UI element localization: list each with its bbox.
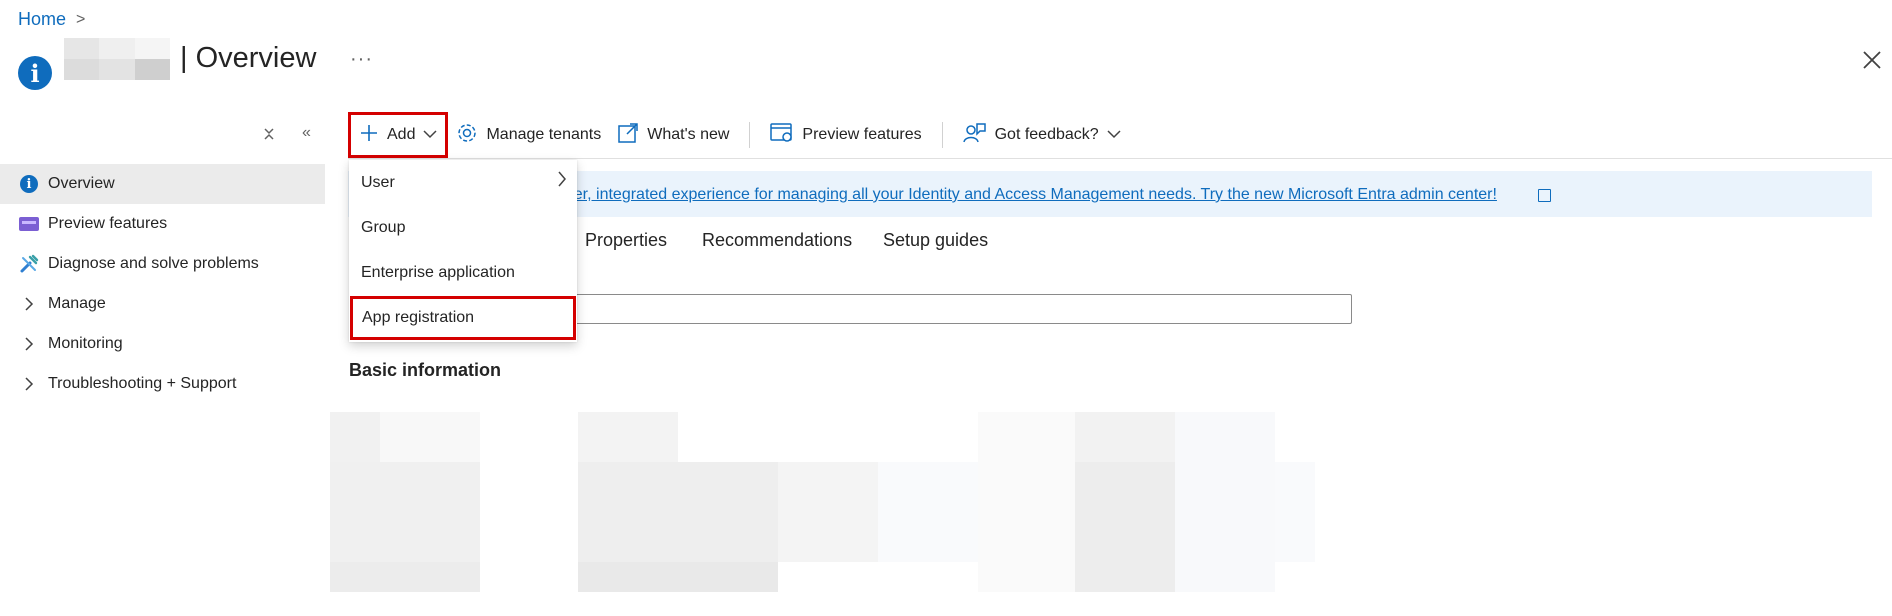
close-icon[interactable] <box>1860 48 1884 72</box>
tab-setup-guides[interactable]: Setup guides <box>883 230 988 251</box>
plus-icon <box>359 123 379 148</box>
wrench-icon <box>18 253 40 275</box>
collapse-all-icon[interactable] <box>262 126 276 147</box>
sidebar-item-overview[interactable]: i Overview <box>0 164 325 204</box>
toolbar-divider <box>941 122 943 148</box>
chevron-right-icon <box>18 333 40 355</box>
add-button-label: Add <box>387 126 416 143</box>
gear-icon <box>456 122 478 149</box>
manage-tenants-button[interactable]: Manage tenants <box>448 114 609 156</box>
breadcrumb-home-link[interactable]: Home <box>18 9 66 30</box>
whats-new-button[interactable]: What's new <box>609 114 737 156</box>
toolbar-divider-line <box>348 158 1892 159</box>
add-dropdown-menu: User Group Enterprise application App re… <box>349 160 577 342</box>
menu-item-app-registration[interactable]: App registration <box>350 296 576 340</box>
breadcrumb: Home > <box>18 9 85 30</box>
sidebar-item-monitoring[interactable]: Monitoring <box>0 324 325 364</box>
whats-new-label: What's new <box>647 126 730 143</box>
info-icon: i <box>20 175 38 193</box>
external-link-icon <box>617 122 639 149</box>
section-title-basic-information: Basic information <box>349 360 502 380</box>
chevron-right-icon <box>18 293 40 315</box>
chevron-right-icon <box>18 373 40 395</box>
chevron-right-icon <box>557 171 567 192</box>
page-title: | Overview <box>180 42 317 74</box>
menu-item-user[interactable]: User <box>349 162 577 204</box>
feedback-button[interactable]: Got feedback? <box>955 114 1129 156</box>
sidebar-item-label: Diagnose and solve problems <box>48 255 259 272</box>
sidebar-item-manage[interactable]: Manage <box>0 284 325 324</box>
sidebar-item-label: Troubleshooting + Support <box>48 375 237 392</box>
chevron-right-icon: > <box>76 10 86 28</box>
sidebar-item-label: Preview features <box>48 215 168 232</box>
sidebar-item-label: Manage <box>48 295 106 312</box>
entra-admin-center-link[interactable]: mpler, integrated experience for managin… <box>548 186 1497 204</box>
sidebar: i Overview Preview features Diagnose and… <box>0 164 325 404</box>
sidebar-item-preview-features[interactable]: Preview features <box>0 204 325 244</box>
preview-features-label: Preview features <box>802 126 922 143</box>
command-bar: Add Manage tenants What's new Preview fe… <box>348 112 1129 158</box>
menu-item-group[interactable]: Group <box>349 207 577 249</box>
chevron-down-icon <box>1107 126 1121 144</box>
preview-features-icon <box>19 217 39 231</box>
toolbar-divider <box>749 122 751 148</box>
menu-item-enterprise-application[interactable]: Enterprise application <box>349 252 577 294</box>
collapse-sidebar-icon[interactable]: « <box>302 124 311 142</box>
sidebar-item-label: Overview <box>48 175 115 192</box>
chevron-down-icon <box>423 126 437 144</box>
tab-properties[interactable]: Properties <box>585 230 667 251</box>
external-link-icon <box>1538 189 1551 202</box>
menu-item-label: Group <box>361 219 406 236</box>
add-button[interactable]: Add <box>348 112 449 158</box>
feedback-label: Got feedback? <box>994 126 1099 143</box>
more-options-button[interactable]: ··· <box>350 48 373 71</box>
sidebar-item-diagnose[interactable]: Diagnose and solve problems <box>0 244 325 284</box>
manage-tenants-label: Manage tenants <box>486 126 602 143</box>
preview-features-button[interactable]: Preview features <box>762 114 929 156</box>
tab-recommendations[interactable]: Recommendations <box>702 230 852 251</box>
info-icon: i <box>18 56 52 90</box>
menu-item-label: User <box>361 174 395 191</box>
sidebar-item-label: Monitoring <box>48 335 123 352</box>
search-input[interactable] <box>560 294 1352 324</box>
preview-features-icon <box>770 122 794 149</box>
redacted-tenant-name <box>64 38 170 80</box>
feedback-icon <box>962 122 987 149</box>
menu-item-label: Enterprise application <box>361 264 515 281</box>
menu-item-label: App registration <box>362 309 475 326</box>
sidebar-item-troubleshooting[interactable]: Troubleshooting + Support <box>0 364 325 404</box>
